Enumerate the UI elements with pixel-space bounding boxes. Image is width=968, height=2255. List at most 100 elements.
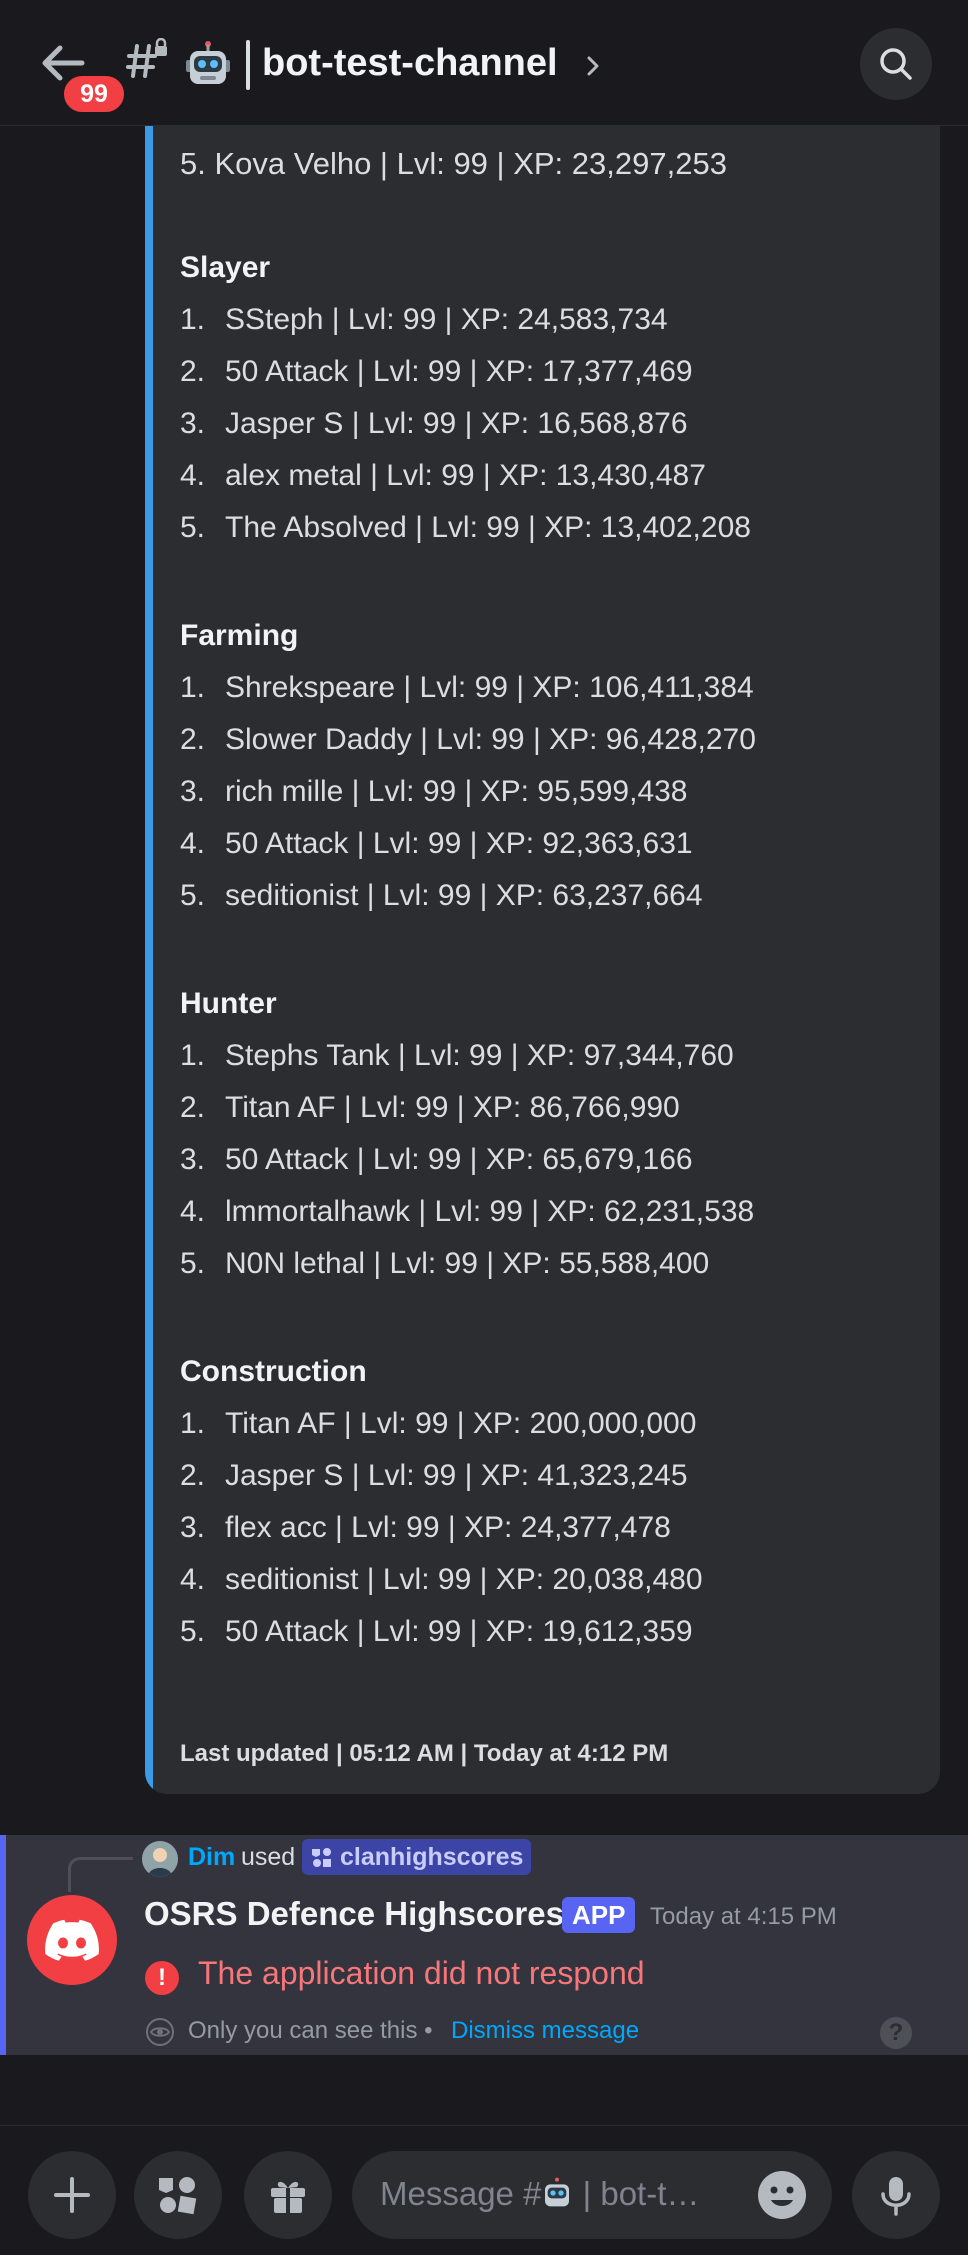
section-title: Farming <box>180 619 299 652</box>
rank-number: 2. <box>180 1459 206 1492</box>
rank-number: 4. <box>180 827 206 860</box>
embed-footer: Last updated | 05:12 AM | Today at 4:12 … <box>180 1740 669 1767</box>
error-message: The application did not respond <box>198 1955 645 1991</box>
list-item: 5. 50 Attack | Lvl: 99 | XP: 19,612,359 <box>180 1606 703 1658</box>
section-title: Hunter <box>180 987 277 1020</box>
robot-icon <box>184 40 232 88</box>
highscores-embed: 5. Kova Velho | Lvl: 99 | XP: 23,297,253… <box>145 90 940 1794</box>
list-item-text: 50 Attack | Lvl: 99 | XP: 92,363,631 <box>225 827 693 860</box>
robot-icon <box>545 2177 570 2207</box>
list-item: 5. The Absolved | Lvl: 99 | XP: 13,402,20… <box>180 502 751 554</box>
gift-button[interactable] <box>244 2151 332 2239</box>
list-item-text: SSteph | Lvl: 99 | XP: 24,583,734 <box>225 303 668 336</box>
list-item: 5. N0N lethal | Lvl: 99 | XP: 55,588,400 <box>180 1238 754 1290</box>
embed-accent-bar <box>145 90 153 1794</box>
app-badge: APP <box>562 1897 636 1933</box>
rank-number: 1. <box>180 1407 206 1440</box>
message-input[interactable]: Message # | bot-t… <box>352 2151 832 2239</box>
title-separator <box>246 40 250 90</box>
list-item-text: seditionist | Lvl: 99 | XP: 63,237,664 <box>225 879 703 912</box>
emoji-button[interactable] <box>756 2169 808 2221</box>
placeholder-suffix: | bot-t… <box>582 2175 700 2212</box>
rank-number: 3. <box>180 1511 206 1544</box>
locked-channel-icon <box>125 37 171 84</box>
smiley-icon <box>758 2171 806 2219</box>
reply-used-label: used <box>241 1843 296 1871</box>
avatar[interactable] <box>142 1841 178 1877</box>
section-farming: Farming 1. Shrekspeare | Lvl: 99 | XP: 10… <box>180 610 756 922</box>
search-icon <box>880 48 912 80</box>
unread-badge: 99 <box>60 72 128 116</box>
reply-username[interactable]: Dim <box>188 1843 235 1872</box>
list-item: 1. SSteph | Lvl: 99 | XP: 24,583,734 <box>180 294 751 346</box>
section-title: Construction <box>180 1355 367 1388</box>
command-name: clanhighscores <box>340 1842 524 1871</box>
list-item-text: Shrekspeare | Lvl: 99 | XP: 106,411,384 <box>225 671 754 704</box>
visibility-note: Only you can see this • <box>188 2017 433 2044</box>
rank-number: 3. <box>180 775 206 808</box>
slash-command-pill[interactable]: clanhighscores <box>302 1839 532 1875</box>
placeholder-prefix: Message # <box>380 2175 542 2212</box>
list-item-text: The Absolved | Lvl: 99 | XP: 13,402,208 <box>225 511 751 544</box>
chevron-right-icon[interactable] <box>584 54 602 78</box>
channel-header: 99 bot-test-channel <box>0 0 968 126</box>
list-item-text: 5. Kova Velho | Lvl: 99 | XP: 23,297,253 <box>180 146 727 181</box>
discord-logo-icon <box>45 1919 99 1961</box>
message-composer: Message # | bot-t… <box>0 2125 968 2255</box>
list-item: 4. 50 Attack | Lvl: 99 | XP: 92,363,631 <box>180 818 756 870</box>
plus-icon <box>54 2177 90 2213</box>
reply-connector <box>68 1857 133 1892</box>
list-item-text: N0N lethal | Lvl: 99 | XP: 55,588,400 <box>225 1247 710 1280</box>
rank-number: 1. <box>180 1039 206 1072</box>
error-icon: ! <box>145 1961 179 1995</box>
add-attachment-button[interactable] <box>28 2151 116 2239</box>
search-button[interactable] <box>860 28 932 100</box>
list-item-text: flex acc | Lvl: 99 | XP: 24,377,478 <box>225 1511 671 1544</box>
app-command-icon <box>312 1848 331 1867</box>
section-construction: Construction 1. Titan AF | Lvl: 99 | XP: … <box>180 1346 703 1658</box>
list-item-text: Titan AF | Lvl: 99 | XP: 200,000,000 <box>225 1407 697 1440</box>
section-slayer: Slayer 1. SSteph | Lvl: 99 | XP: 24,583,7… <box>180 242 751 554</box>
ephemeral-message: Dim used clanhighscores OSRS Defence Hig… <box>0 1835 968 2055</box>
list-item: 5. Kova Velho | Lvl: 99 | XP: 23,297,253 <box>180 138 727 190</box>
apps-button[interactable] <box>134 2151 222 2239</box>
rank-number: 5. <box>180 879 206 912</box>
list-item-text: Stephs Tank | Lvl: 99 | XP: 97,344,760 <box>225 1039 734 1072</box>
list-item: 3. flex acc | Lvl: 99 | XP: 24,377,478 <box>180 1502 703 1554</box>
list-item: 4. lmmortalhawk | Lvl: 99 | XP: 62,231,53… <box>180 1186 754 1238</box>
list-item-text: lmmortalhawk | Lvl: 99 | XP: 62,231,538 <box>225 1195 755 1228</box>
rank-number: 2. <box>180 355 206 388</box>
avatar[interactable] <box>27 1895 117 1985</box>
dismiss-message-link[interactable]: Dismiss message <box>451 2017 639 2045</box>
list-item: 2. Titan AF | Lvl: 99 | XP: 86,766,990 <box>180 1082 754 1134</box>
rank-number: 2. <box>180 1091 206 1124</box>
list-item-text: 50 Attack | Lvl: 99 | XP: 19,612,359 <box>225 1615 693 1648</box>
rank-number: 1. <box>180 671 206 704</box>
voice-button[interactable] <box>852 2151 940 2239</box>
list-item: 5. seditionist | Lvl: 99 | XP: 63,237,664 <box>180 870 756 922</box>
rank-number: 3. <box>180 407 206 440</box>
rank-number: 3. <box>180 1143 206 1176</box>
message-input-placeholder: Message # | bot-t… <box>380 2175 699 2213</box>
bot-name[interactable]: OSRS Defence Highscores <box>144 1895 564 1933</box>
list-item-text: Jasper S | Lvl: 99 | XP: 41,323,245 <box>225 1459 688 1492</box>
gift-icon <box>271 2181 305 2213</box>
microphone-icon <box>881 2177 911 2216</box>
list-item-text: Slower Daddy | Lvl: 99 | XP: 96,428,270 <box>225 723 756 756</box>
rank-number: 5. <box>180 1615 206 1648</box>
list-item: 2. Jasper S | Lvl: 99 | XP: 41,323,245 <box>180 1450 703 1502</box>
list-item: 3. Jasper S | Lvl: 99 | XP: 16,568,876 <box>180 398 751 450</box>
list-item: 1. Shrekspeare | Lvl: 99 | XP: 106,411,38… <box>180 662 756 714</box>
list-item: 3. 50 Attack | Lvl: 99 | XP: 65,679,166 <box>180 1134 754 1186</box>
list-item-text: 50 Attack | Lvl: 99 | XP: 17,377,469 <box>225 355 693 388</box>
eye-icon <box>145 2017 175 2047</box>
list-item-text: 50 Attack | Lvl: 99 | XP: 65,679,166 <box>225 1143 693 1176</box>
section-hunter: Hunter 1. Stephs Tank | Lvl: 99 | XP: 97,… <box>180 978 754 1290</box>
channel-title[interactable]: bot-test-channel <box>262 42 558 85</box>
list-item: 3. rich mille | Lvl: 99 | XP: 95,599,438 <box>180 766 756 818</box>
list-item: 2. Slower Daddy | Lvl: 99 | XP: 96,428,27… <box>180 714 756 766</box>
rank-number: 2. <box>180 723 206 756</box>
list-item-text: alex metal | Lvl: 99 | XP: 13,430,487 <box>225 459 706 492</box>
list-item: 2. 50 Attack | Lvl: 99 | XP: 17,377,469 <box>180 346 751 398</box>
help-icon[interactable]: ? <box>880 2017 912 2049</box>
